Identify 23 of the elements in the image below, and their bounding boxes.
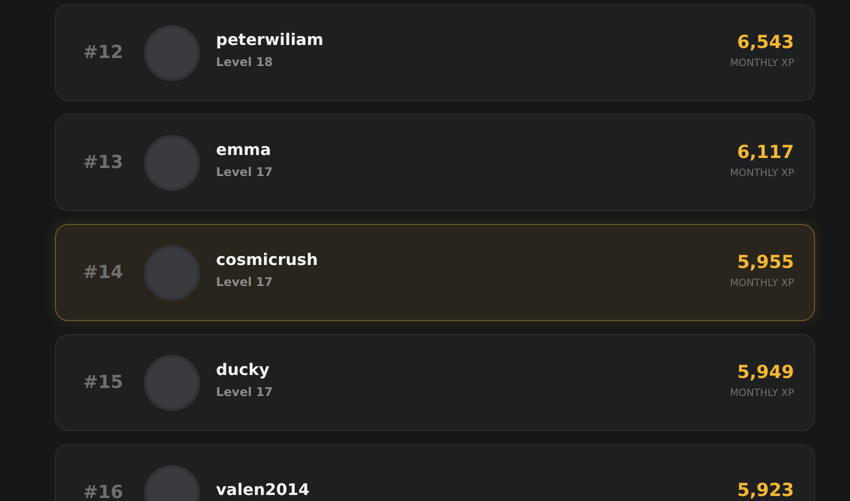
user-level: Level 18 — [216, 54, 274, 68]
username: valen2014 — [216, 480, 310, 498]
username: ducky — [216, 360, 270, 378]
username: peterwiliam — [216, 30, 324, 48]
xp-value: 5,955 — [737, 252, 794, 272]
xp-label: MONTHLY XP — [730, 58, 794, 68]
xp-value: 5,949 — [737, 362, 794, 382]
xp-label: MONTHLY XP — [730, 388, 794, 398]
rank-number: #16 — [83, 482, 124, 501]
user-level: Level 17 — [216, 274, 274, 288]
rank-number: #13 — [83, 152, 124, 173]
user-level: Level 17 — [216, 384, 274, 398]
xp-label: MONTHLY XP — [730, 278, 794, 288]
rank-number: #15 — [83, 372, 124, 393]
xp-label: MONTHLY XP — [730, 168, 794, 178]
user-level: Level 17 — [216, 164, 274, 178]
username: emma — [216, 140, 272, 158]
xp-value: 5,923 — [737, 480, 794, 500]
rank-number: #14 — [83, 262, 124, 283]
username: cosmicrush — [216, 250, 319, 268]
xp-value: 6,117 — [737, 142, 794, 162]
xp-value: 6,543 — [737, 32, 794, 52]
rank-number: #12 — [83, 42, 124, 63]
